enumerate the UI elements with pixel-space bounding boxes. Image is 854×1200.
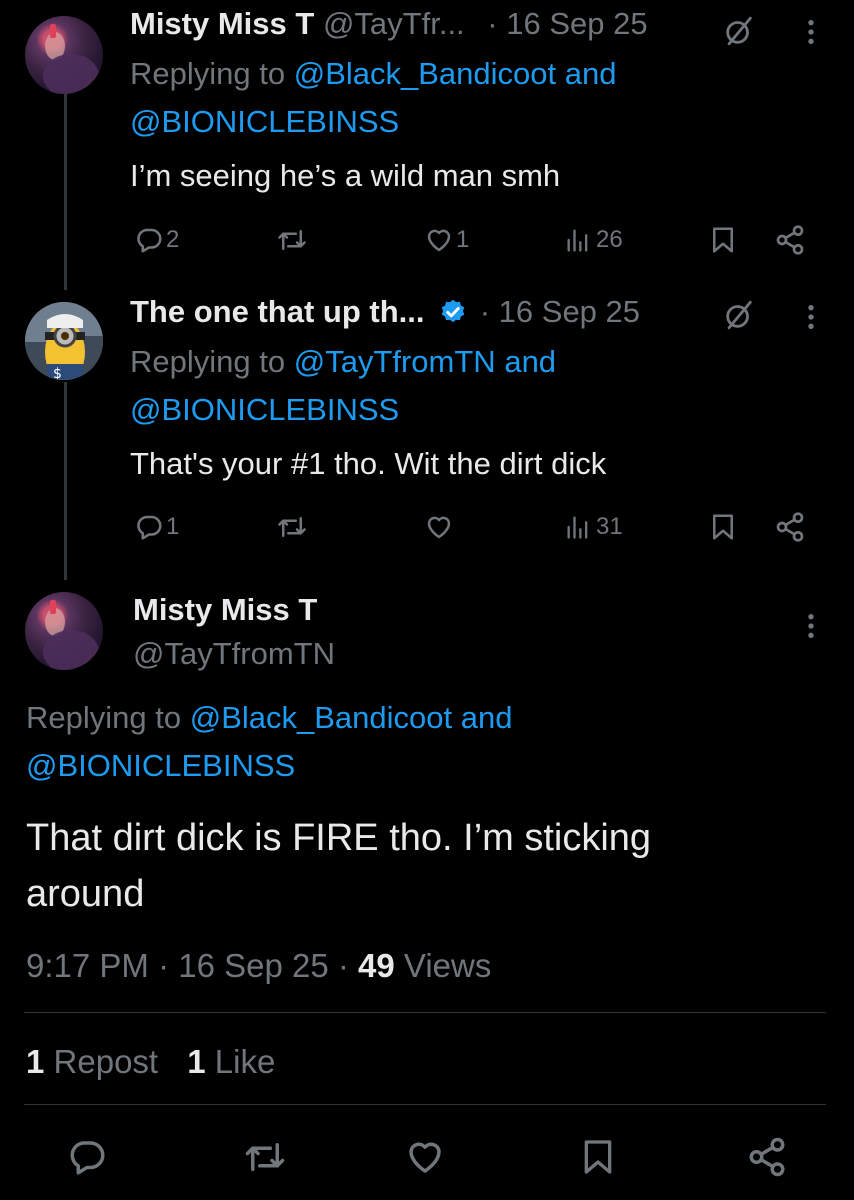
avatar-hand-image [43, 24, 99, 94]
reply-count: 1 [166, 513, 180, 540]
grok-icon[interactable] [722, 298, 756, 332]
tweet-text: I’m seeing he’s a wild man smh [130, 158, 561, 193]
bookmark-icon[interactable] [578, 1135, 618, 1179]
views-count: 49 [358, 947, 395, 984]
replying-to-label: Replying to [130, 56, 286, 91]
tweet-date[interactable]: · 16 Sep 25 · [158, 947, 349, 984]
reply-icon[interactable] [66, 1136, 108, 1178]
avatar-hand-image [43, 600, 99, 670]
repost-button[interactable] [276, 512, 308, 542]
avatar-minion-image: $ [25, 302, 103, 380]
handle[interactable]: @TayTfr... [323, 6, 465, 41]
avatar[interactable] [25, 16, 103, 94]
like-icon [424, 512, 454, 542]
reply-icon [134, 225, 164, 255]
likes-stat[interactable]: 1 Like [187, 1043, 275, 1080]
reply-mention[interactable]: @Black_Bandicoot [190, 700, 452, 735]
like-count: 1 [187, 1043, 206, 1080]
bookmark-icon[interactable] [708, 224, 738, 256]
repost-icon[interactable] [244, 1136, 286, 1178]
replying-to-label: Replying to [130, 344, 286, 379]
reply-icon [134, 512, 164, 542]
divider [24, 1104, 826, 1105]
more-icon[interactable] [807, 18, 815, 46]
tweet-date[interactable]: · 16 Sep 25 [480, 294, 640, 329]
replying-to-label: Replying to [26, 700, 182, 735]
avatar[interactable] [25, 592, 103, 670]
repost-label: Repost [53, 1043, 159, 1080]
handle[interactable]: @TayTfromTN [133, 636, 335, 671]
reply-button[interactable]: 2 [134, 225, 179, 255]
like-count: 1 [456, 226, 470, 253]
reply-and[interactable]: and [565, 56, 617, 91]
views-button[interactable]: 31 [564, 512, 623, 542]
views-icon [564, 512, 592, 542]
display-name[interactable]: The one that up th... [130, 294, 424, 329]
tweet-date[interactable]: · 16 Sep 25 [487, 6, 647, 41]
like-icon[interactable] [404, 1136, 446, 1178]
repost-count: 1 [26, 1043, 45, 1080]
like-button[interactable]: 1 [424, 225, 469, 255]
verified-icon [441, 299, 465, 323]
share-icon[interactable] [746, 1136, 788, 1178]
repost-button[interactable] [276, 225, 308, 255]
reply-mention[interactable]: @Black_Bandicoot [294, 56, 556, 91]
repost-icon [276, 225, 308, 255]
reply-and[interactable]: and [504, 344, 556, 379]
like-icon [424, 225, 454, 255]
reply-mention[interactable]: @TayTfromTN [294, 344, 496, 379]
grok-icon[interactable] [722, 14, 756, 48]
avatar[interactable]: $ [25, 302, 103, 380]
divider [24, 1012, 826, 1013]
repost-icon [276, 512, 308, 542]
reply-and[interactable]: and [461, 700, 513, 735]
views-label: Views [403, 947, 492, 984]
views-count: 26 [596, 226, 623, 253]
tweet-text: That dirt dick is FIRE tho. I’m sticking… [26, 817, 652, 915]
like-button[interactable] [424, 512, 454, 542]
reposts-stat[interactable]: 1 Repost [26, 1043, 167, 1080]
reply-mention[interactable]: @BIONICLEBINSS [130, 392, 399, 427]
views-count: 31 [596, 513, 623, 540]
bookmark-icon[interactable] [708, 511, 738, 543]
reply-button[interactable]: 1 [134, 512, 179, 542]
reply-mention[interactable]: @BIONICLEBINSS [26, 748, 295, 783]
display-name[interactable]: Misty Miss T [133, 592, 317, 627]
views-icon [564, 225, 592, 255]
share-icon[interactable] [774, 224, 806, 256]
svg-text:$: $ [53, 366, 62, 380]
thread-line [64, 382, 67, 580]
display-name[interactable]: Misty Miss T [130, 6, 314, 41]
share-icon[interactable] [774, 511, 806, 543]
reply-mention[interactable]: @BIONICLEBINSS [130, 104, 399, 139]
more-icon[interactable] [807, 303, 815, 331]
views-button[interactable]: 26 [564, 225, 623, 255]
reply-count: 2 [166, 226, 180, 253]
more-icon[interactable] [807, 612, 815, 640]
tweet-time[interactable]: 9:17 PM [26, 947, 149, 984]
like-label: Like [214, 1043, 276, 1080]
thread-line [64, 92, 67, 290]
tweet-text: That's your #1 tho. Wit the dirt dick [130, 446, 607, 481]
